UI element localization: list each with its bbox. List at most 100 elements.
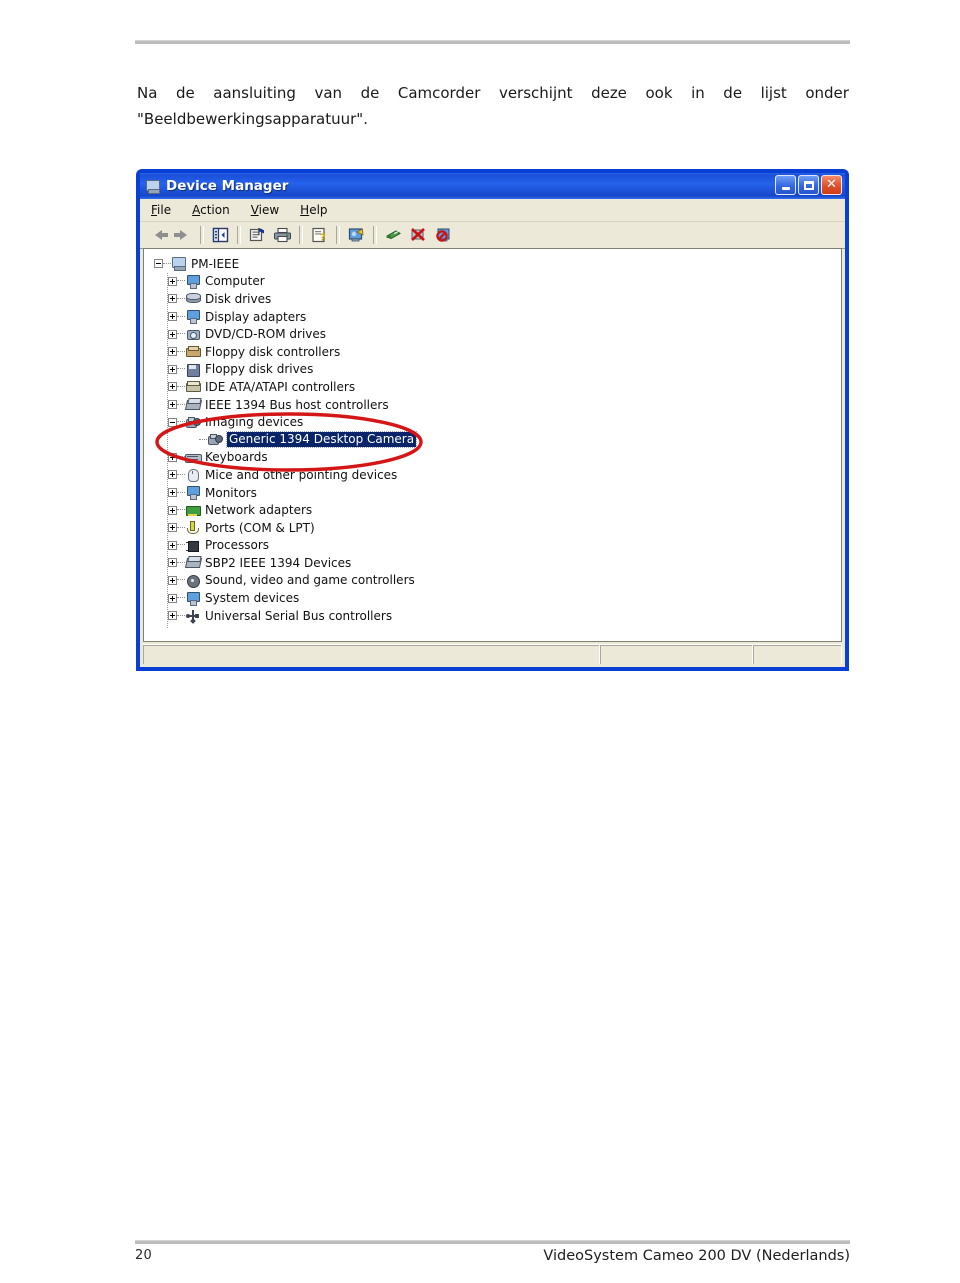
menu-item-action[interactable]: Action (192, 203, 230, 217)
usb-icon (185, 608, 201, 625)
tree-expand-toggle[interactable] (168, 593, 177, 603)
tree-expand-toggle[interactable] (168, 575, 177, 585)
tree-node-label: System devices (205, 591, 300, 606)
tree-expand-toggle[interactable] (168, 523, 177, 533)
status-bar (143, 644, 842, 664)
tree-connector (177, 368, 185, 370)
tree-node[interactable]: Computer (154, 273, 841, 291)
arrow-left-icon (155, 230, 168, 240)
tree-node[interactable]: IDE ATA/ATAPI controllers (154, 378, 841, 396)
intro-word: de (723, 84, 743, 102)
tree-node-label: Mice and other pointing devices (205, 467, 398, 482)
menu-item-help[interactable]: Help (300, 203, 327, 217)
update-driver-icon (386, 230, 401, 240)
tree-expand-toggle[interactable] (168, 276, 177, 286)
tree-node[interactable]: System devices (154, 589, 841, 607)
uninstall-button[interactable] (406, 224, 431, 247)
intro-word: in (691, 84, 705, 102)
tree-connector (177, 614, 185, 617)
tree-expand-toggle[interactable] (168, 540, 177, 550)
tree-node[interactable]: Floppy disk drives (154, 361, 841, 379)
tree-node-label: IEEE 1394 Bus host controllers (205, 397, 389, 412)
tree-node-label: IDE ATA/ATAPI controllers (205, 379, 356, 394)
arrow-right-icon (174, 230, 187, 240)
tree-root-node[interactable]: PM-IEEE (154, 255, 841, 273)
device-manager-icon (145, 179, 161, 194)
tree-expand-toggle[interactable] (168, 347, 177, 357)
tree-node-selected[interactable]: Generic 1394 Desktop Camera (154, 431, 841, 449)
tree-node[interactable]: Network adapters (154, 501, 841, 519)
close-button[interactable]: ✕ (821, 175, 842, 195)
tree-node[interactable]: Processors (154, 537, 841, 555)
tree-node[interactable]: Keyboards (154, 449, 841, 467)
tree-node[interactable]: Universal Serial Bus controllers (154, 607, 841, 625)
properties-button[interactable] (245, 224, 270, 247)
tree-node[interactable]: IEEE 1394 Bus host controllers (154, 396, 841, 414)
tree-expand-toggle[interactable] (168, 400, 177, 410)
tree-node[interactable]: Imaging devices (154, 413, 841, 431)
footer-document-title: VideoSystem Cameo 200 DV (Nederlands) (543, 1248, 850, 1264)
tree-node[interactable]: Display adapters (154, 308, 841, 326)
tree-node[interactable]: Disk drives (154, 290, 841, 308)
toolbar-separator (336, 226, 340, 244)
window-titlebar[interactable]: Device Manager ✕ (140, 173, 845, 199)
tree-node[interactable]: Monitors (154, 484, 841, 502)
scan-for-hardware-changes-button[interactable] (344, 224, 369, 247)
tree-node[interactable]: Sound, video and game controllers (154, 572, 841, 590)
tree-node-label: Generic 1394 Desktop Camera (225, 431, 418, 449)
tree-collapse-toggle[interactable] (168, 417, 177, 427)
tree-connector (177, 491, 185, 494)
help-icon: ? (312, 227, 326, 243)
tree-expand-toggle[interactable] (168, 488, 177, 498)
back-button[interactable] (146, 224, 171, 247)
device-tree-panel[interactable]: PM-IEEE Computer Disk drives Display adapte… (143, 248, 842, 642)
tree-expand-toggle[interactable] (168, 611, 177, 621)
help-button[interactable]: ? (307, 224, 332, 247)
tree-expand-toggle[interactable] (168, 558, 177, 568)
console-tree-icon (212, 227, 229, 243)
intro-word: onder (805, 84, 849, 102)
tree-node[interactable]: SBP2 IEEE 1394 Devices (154, 554, 841, 572)
tree-expand-toggle[interactable] (168, 505, 177, 515)
port-icon (185, 520, 201, 535)
properties-icon (249, 228, 264, 242)
tree-expand-toggle[interactable] (168, 294, 177, 304)
minimize-button[interactable] (775, 175, 796, 195)
toolbar-separator (299, 226, 303, 244)
tree-collapse-toggle[interactable] (154, 259, 163, 269)
forward-button[interactable] (171, 224, 196, 247)
update-driver-button[interactable] (381, 224, 406, 247)
tree-expand-toggle[interactable] (168, 329, 177, 339)
window-title: Device Manager (166, 178, 289, 194)
tree-expand-toggle[interactable] (168, 382, 177, 392)
toolbar-separator (373, 226, 377, 244)
tree-connector (177, 509, 185, 511)
tree-node-label: Keyboards (205, 450, 268, 465)
tree-expand-toggle[interactable] (168, 312, 177, 322)
tree-expand-toggle[interactable] (168, 364, 177, 374)
tree-connector (177, 526, 185, 529)
tree-expand-toggle[interactable] (168, 470, 177, 480)
tree-node[interactable]: Mice and other pointing devices (154, 466, 841, 484)
tree-node-label: Processors (205, 538, 270, 553)
tree-node[interactable]: Floppy disk controllers (154, 343, 841, 361)
page-top-rule (135, 40, 850, 44)
disable-button[interactable] (431, 224, 456, 247)
tree-node[interactable]: DVD/CD-ROM drives (154, 325, 841, 343)
tree-node[interactable]: Ports (COM & LPT) (154, 519, 841, 537)
firewire-icon (184, 555, 203, 570)
tree-connector (177, 456, 185, 458)
window-controls: ✕ (775, 175, 842, 195)
intro-word: Na (137, 84, 158, 102)
menu-item-view[interactable]: View (251, 203, 279, 217)
close-icon: ✕ (826, 177, 837, 192)
tree-connector (199, 438, 207, 441)
print-button[interactable] (270, 224, 295, 247)
tree-connector (177, 297, 185, 300)
intro-line-2: "Beeldbewerkingsapparatuur". (137, 110, 368, 128)
show-hide-console-tree-button[interactable] (208, 224, 233, 247)
tree-expand-toggle[interactable] (168, 452, 177, 462)
maximize-button[interactable] (798, 175, 819, 195)
tree-connector (163, 262, 171, 265)
menu-item-file[interactable]: File (151, 203, 171, 217)
